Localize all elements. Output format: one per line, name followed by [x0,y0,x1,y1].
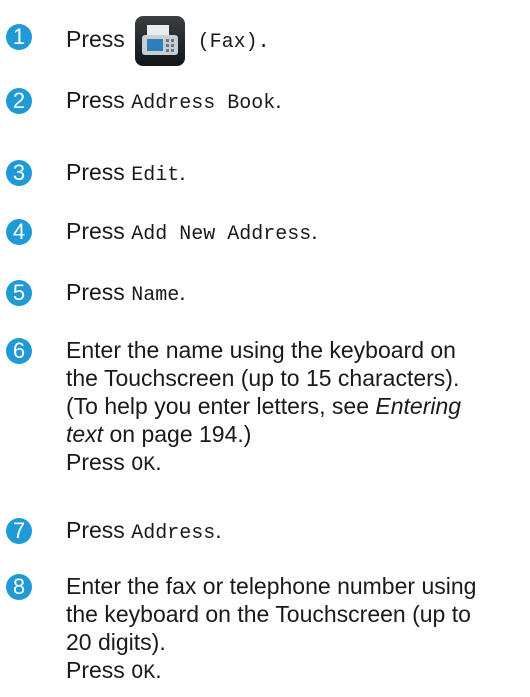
fax-icon [135,15,186,66]
step-number: 5 [6,280,32,306]
step-2: 2 Press Address Book. [0,86,530,118]
step-6: 6 Enter the name using the keyboard on t… [0,336,530,486]
step-number: 2 [6,88,32,114]
step-text: Press Address. [66,517,222,545]
step-number: 1 [6,24,32,50]
step-number: 8 [6,574,32,600]
step-number: 6 [6,338,32,364]
step-text: Press Edit. [66,159,186,187]
step-8: 8 Enter the fax or telephone number usin… [0,572,530,697]
step-text: Enter the name using the keyboard on the… [66,337,462,477]
step-number: 3 [6,160,32,186]
step-text: Press (Fax). [66,14,270,68]
step-4: 4 Press Add New Address. [0,217,530,249]
step-text: Press Name. [66,279,186,307]
step-text: Enter the fax or telephone number using … [66,573,477,685]
step-text: Press Address Book. [66,87,282,115]
step-7: 7 Press Address. [0,516,530,548]
step-number: 7 [6,518,32,544]
step-text: Press Add New Address. [66,218,318,246]
step-5: 5 Press Name. [0,278,530,310]
step-3: 3 Press Edit. [0,158,530,190]
step-1: 1 Press (Fax). [0,8,530,66]
step-number: 4 [6,219,32,245]
